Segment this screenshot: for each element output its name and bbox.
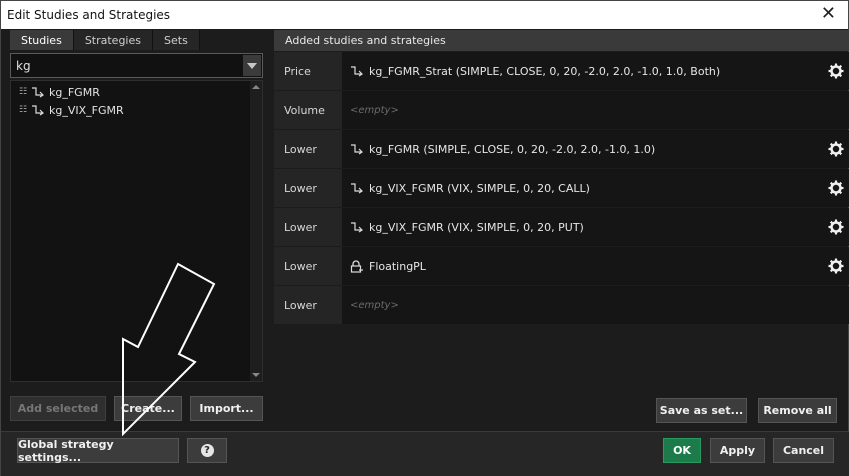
tree-item-kg-fgmr[interactable]: ☷ kg_FGMR	[11, 83, 262, 101]
left-tabs: Studies Strategies Sets	[10, 30, 200, 50]
dialog-title: Edit Studies and Strategies	[7, 8, 171, 22]
row-content[interactable]: kg_FGMR_Strat (SIMPLE, CLOSE, 0, 20, -2.…	[342, 52, 849, 90]
tab-sets[interactable]: Sets	[153, 30, 200, 50]
add-selected-button[interactable]: Add selected	[10, 396, 106, 421]
gear-icon[interactable]	[828, 258, 844, 274]
save-as-set-button[interactable]: Save as set...	[656, 398, 747, 423]
row-content[interactable]: kg_VIX_FGMR (VIX, SIMPLE, 0, 20, CALL)	[342, 169, 849, 207]
tree-item-label: kg_VIX_FGMR	[49, 103, 124, 117]
list-icon: ☷	[19, 105, 28, 115]
strategy-icon	[350, 143, 369, 155]
row-content[interactable]: <empty>	[342, 286, 849, 324]
row-label: Lower	[274, 208, 342, 246]
close-icon[interactable]: ✕	[821, 5, 836, 23]
table-row[interactable]: Volume <empty>	[274, 91, 849, 129]
row-value: <empty>	[350, 299, 399, 311]
global-strategy-settings-button[interactable]: Global strategy settings...	[17, 438, 179, 464]
row-label: Lower	[274, 130, 342, 168]
help-icon: ?	[200, 444, 214, 457]
row-value: kg_FGMR_Strat (SIMPLE, CLOSE, 0, 20, -2.…	[369, 64, 721, 78]
help-button[interactable]: ?	[187, 438, 227, 463]
row-value: kg_VIX_FGMR (VIX, SIMPLE, 0, 20, CALL)	[369, 181, 590, 195]
list-icon: ☷	[19, 87, 28, 97]
gear-icon[interactable]	[828, 63, 844, 79]
scroll-down-icon[interactable]	[252, 373, 260, 377]
search-box	[10, 53, 263, 78]
tree-item-kg-vix-fgmr[interactable]: ☷ kg_VIX_FGMR	[11, 101, 262, 119]
row-value: kg_FGMR (SIMPLE, CLOSE, 0, 20, -2.0, 2.0…	[369, 142, 656, 156]
row-content[interactable]: FloatingPL	[342, 247, 849, 285]
create-button[interactable]: Create...	[114, 396, 182, 421]
tab-strategies[interactable]: Strategies	[73, 30, 153, 50]
strategy-icon	[350, 65, 369, 77]
row-value: <empty>	[350, 104, 399, 116]
row-content[interactable]: kg_VIX_FGMR (VIX, SIMPLE, 0, 20, PUT)	[342, 208, 849, 246]
row-label: Lower	[274, 286, 342, 324]
strategy-icon	[31, 104, 49, 116]
row-value: kg_VIX_FGMR (VIX, SIMPLE, 0, 20, PUT)	[369, 220, 584, 234]
strategy-icon	[31, 86, 49, 98]
edit-studies-dialog: Edit Studies and Strategies ✕ Studies St…	[0, 0, 849, 476]
table-row[interactable]: Lower kg_VIX_FGMR (VIX, SIMPLE, 0, 20, P…	[274, 208, 849, 246]
strategy-icon	[350, 221, 369, 233]
title-bar: Edit Studies and Strategies ✕	[1, 1, 848, 29]
added-studies-header: Added studies and strategies	[274, 30, 849, 51]
import-button[interactable]: Import...	[190, 396, 263, 421]
row-label: Lower	[274, 247, 342, 285]
tab-studies[interactable]: Studies	[10, 30, 74, 50]
gear-icon[interactable]	[828, 141, 844, 157]
lock-icon	[350, 259, 369, 273]
tree-item-label: kg_FGMR	[49, 85, 100, 99]
study-tree: ☷ kg_FGMR ☷ kg_VIX_FGMR	[10, 80, 263, 382]
table-row[interactable]: Lower FloatingPL	[274, 247, 849, 285]
table-row[interactable]: Lower kg_VIX_FGMR (VIX, SIMPLE, 0, 20, C…	[274, 169, 849, 207]
row-content[interactable]: kg_FGMR (SIMPLE, CLOSE, 0, 20, -2.0, 2.0…	[342, 130, 849, 168]
strategy-icon	[350, 182, 369, 194]
table-row[interactable]: Lower kg_FGMR (SIMPLE, CLOSE, 0, 20, -2.…	[274, 130, 849, 168]
remove-all-button[interactable]: Remove all	[758, 398, 837, 423]
chevron-down-icon[interactable]	[243, 55, 261, 76]
row-label: Lower	[274, 169, 342, 207]
gear-icon[interactable]	[828, 219, 844, 235]
table-row[interactable]: Lower <empty>	[274, 286, 849, 324]
search-input[interactable]	[11, 54, 243, 77]
table-row[interactable]: Price kg_FGMR_Strat (SIMPLE, CLOSE, 0, 2…	[274, 52, 849, 90]
tree-scrollbar[interactable]	[250, 81, 262, 381]
row-label: Volume	[274, 91, 342, 129]
apply-button[interactable]: Apply	[710, 438, 765, 463]
row-label: Price	[274, 52, 342, 90]
ok-button[interactable]: OK	[663, 438, 701, 463]
scroll-up-icon[interactable]	[252, 85, 260, 89]
cancel-button[interactable]: Cancel	[773, 438, 834, 463]
row-content[interactable]: <empty>	[342, 91, 849, 129]
row-value: FloatingPL	[369, 259, 426, 273]
gear-icon[interactable]	[828, 180, 844, 196]
